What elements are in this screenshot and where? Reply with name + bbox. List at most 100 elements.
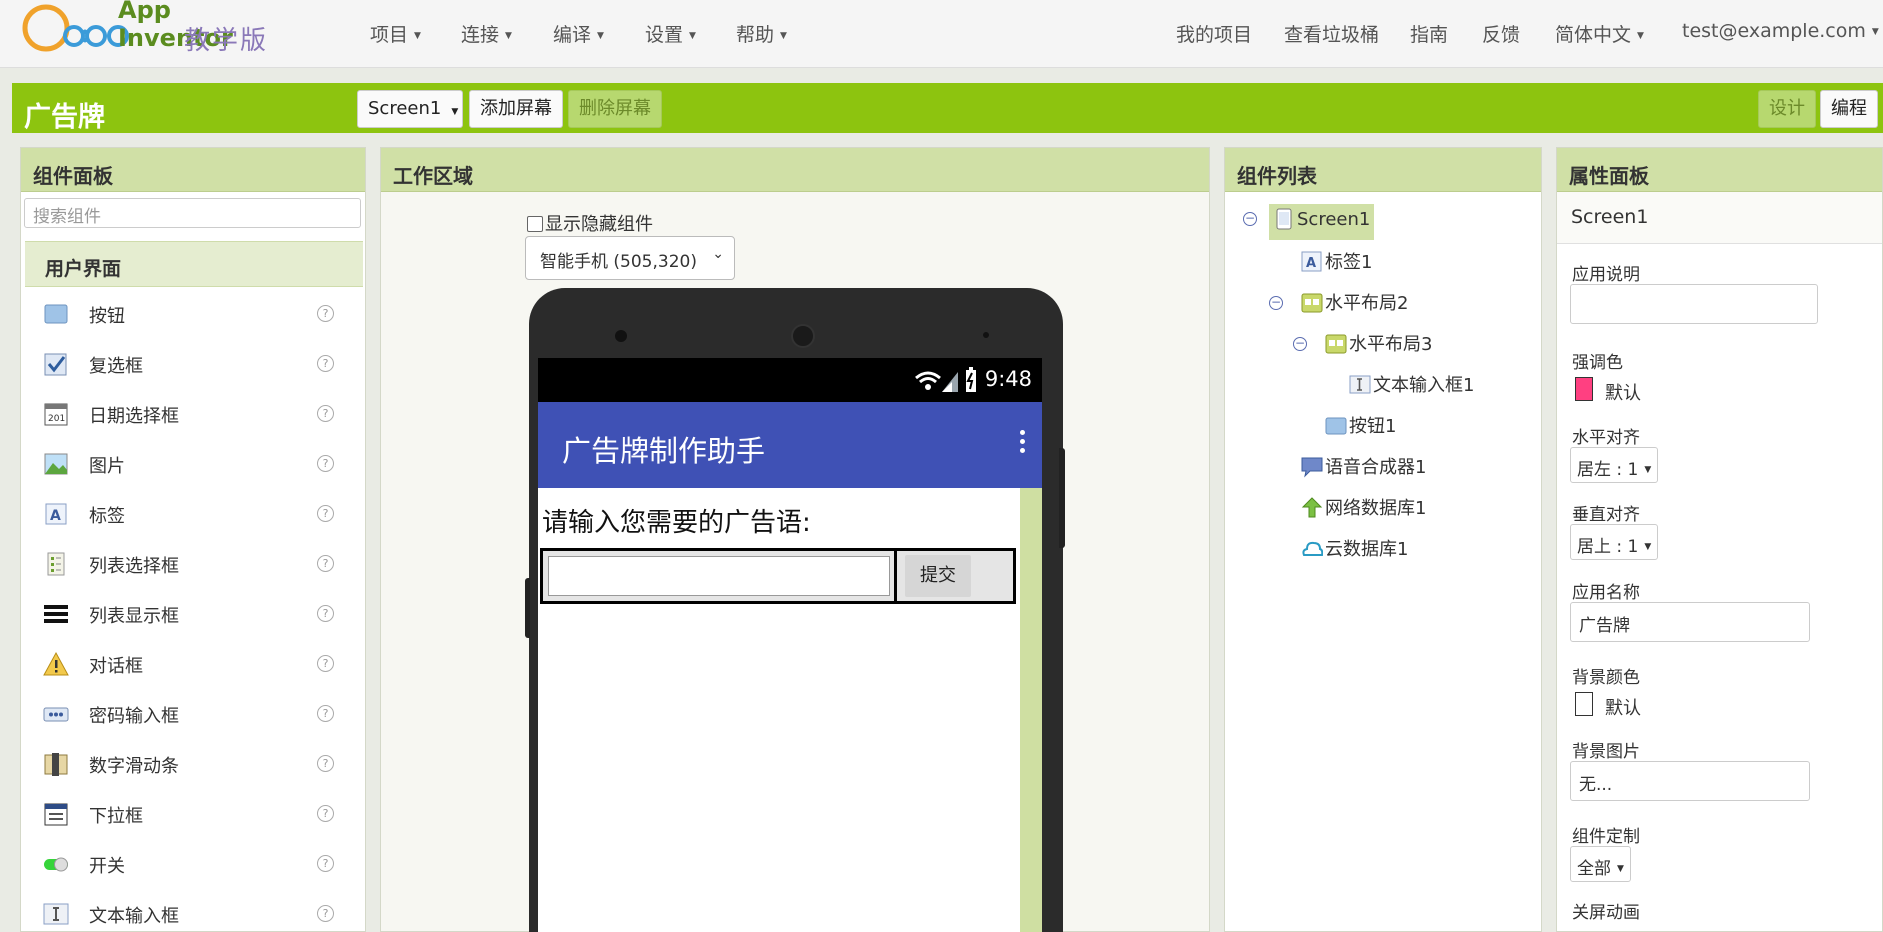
bgcolor-swatch[interactable]: [1575, 692, 1593, 716]
palette-item-passwordtextbox[interactable]: 密码输入框 ?: [25, 688, 363, 738]
status-time: 9:48: [984, 367, 1032, 391]
help-icon[interactable]: ?: [317, 505, 334, 522]
palette-panel: 组件面板 搜索组件 用户界面 按钮 ? 复选框 ? 201 日期选择框 ? 图片…: [20, 147, 366, 932]
phone-app-title: 广告牌制作助手: [562, 434, 766, 468]
tree-node-textbox1[interactable]: 文本输入框1: [1349, 371, 1474, 407]
phone-app-bar: 广告牌制作助手: [538, 402, 1042, 488]
palette-item-listpicker[interactable]: 列表选择框 ?: [25, 538, 363, 588]
palette-item-slider[interactable]: 数字滑动条 ?: [25, 738, 363, 788]
menu-help[interactable]: 帮助 ▼: [736, 20, 787, 47]
tree-node-label1[interactable]: A 标签1: [1301, 248, 1372, 284]
link-my-projects[interactable]: 我的项目: [1176, 20, 1252, 47]
overflow-menu-icon: [1020, 430, 1026, 457]
palette-item-label: 数字滑动条: [89, 756, 179, 777]
show-hidden-label: 显示隐藏组件: [545, 214, 653, 235]
appname-input[interactable]: 广告牌: [1570, 602, 1810, 642]
help-icon[interactable]: ?: [317, 755, 334, 772]
menu-build[interactable]: 编译 ▼: [553, 20, 604, 47]
phone-side-button-left: [525, 578, 530, 638]
palette-item-label: 复选框: [89, 356, 143, 377]
prop-blocks-label: 组件定制: [1572, 827, 1640, 847]
menu-project[interactable]: 项目 ▼: [370, 20, 421, 47]
palette-item-label: 下拉框: [89, 806, 143, 827]
collapse-icon[interactable]: −: [1243, 212, 1257, 226]
bgcolor-value[interactable]: 默认: [1605, 694, 1641, 720]
prop-about-textarea[interactable]: [1570, 284, 1818, 324]
accent-color-value[interactable]: 默认: [1605, 379, 1641, 405]
tinywebdb-icon: [1301, 497, 1323, 519]
button-icon: [43, 301, 69, 327]
preview-size-select[interactable]: 智能手机 (505,320) ⌄: [525, 236, 735, 280]
add-screen-button[interactable]: 添加屏幕: [469, 90, 563, 128]
palette-item-textbox[interactable]: 文本输入框 ?: [25, 888, 363, 932]
user-menu[interactable]: test@example.com ▼: [1682, 20, 1879, 42]
show-hidden-components[interactable]: 显示隐藏组件: [527, 210, 653, 236]
palette-item-button[interactable]: 按钮 ?: [25, 288, 363, 338]
help-icon[interactable]: ?: [317, 555, 334, 572]
help-icon[interactable]: ?: [317, 805, 334, 822]
bgimage-picker[interactable]: 无...: [1570, 761, 1810, 801]
halign-select[interactable]: 居左 : 1 ▼: [1570, 447, 1659, 483]
collapse-icon[interactable]: −: [1293, 337, 1307, 351]
help-icon[interactable]: ?: [317, 455, 334, 472]
prop-bgimage-label: 背景图片: [1572, 742, 1640, 762]
selected-component-name: Screen1: [1557, 192, 1882, 244]
link-trash[interactable]: 查看垃圾桶: [1284, 20, 1379, 47]
tree-node-horizontal-arrangement3[interactable]: 水平布局3: [1325, 330, 1432, 366]
accent-color-swatch[interactable]: [1575, 377, 1593, 401]
palette-item-notifier[interactable]: 对话框 ?: [25, 638, 363, 688]
valign-select[interactable]: 居上 : 1 ▼: [1570, 524, 1659, 560]
prop-bgcolor-label: 背景颜色: [1572, 668, 1640, 688]
remove-screen-button[interactable]: 删除屏幕: [568, 90, 662, 128]
palette-item-label: 文本输入框: [89, 906, 179, 927]
project-toolbar: 广告牌 Screen1 ▼ 添加屏幕 删除屏幕 设计 编程: [12, 83, 1883, 133]
tree-node-screen1[interactable]: Screen1: [1269, 204, 1375, 240]
tree-node-texttospeech1[interactable]: 语音合成器1: [1301, 453, 1426, 489]
palette-item-image[interactable]: 图片 ?: [25, 438, 363, 488]
chevron-down-icon: ⌄: [712, 246, 724, 262]
caret-down-icon: ▼: [1644, 542, 1652, 552]
palette-item-listview[interactable]: 列表显示框 ?: [25, 588, 363, 638]
prop-halign-label: 水平对齐: [1572, 428, 1640, 448]
palette-list: 按钮 ? 复选框 ? 201 日期选择框 ? 图片 ? A 标签 ? 列表选择框…: [25, 288, 363, 932]
app-inventor-logo[interactable]: App Inventor 教学版: [22, 0, 282, 62]
language-menu[interactable]: 简体中文 ▼: [1555, 20, 1644, 47]
help-icon[interactable]: ?: [317, 405, 334, 422]
tree-node-tinywebdb1[interactable]: 网络数据库1: [1301, 494, 1426, 530]
palette-section-user-interface[interactable]: 用户界面: [25, 241, 363, 287]
menu-settings[interactable]: 设置 ▼: [645, 20, 696, 47]
help-icon[interactable]: ?: [317, 355, 334, 372]
svg-text:A: A: [50, 508, 61, 524]
phone-screen[interactable]: 9:48 广告牌制作助手 请输入您需要的广告语: 提交: [538, 358, 1042, 932]
help-icon[interactable]: ?: [317, 305, 334, 322]
palette-item-label[interactable]: A 标签 ?: [25, 488, 363, 538]
button1-preview[interactable]: 提交: [905, 555, 971, 597]
textbox1-preview[interactable]: [548, 556, 890, 596]
palette-item-switch[interactable]: 开关 ?: [25, 838, 363, 888]
blocks-button[interactable]: 编程: [1820, 90, 1878, 128]
link-guide[interactable]: 指南: [1410, 20, 1448, 47]
palette-item-datepicker[interactable]: 201 日期选择框 ?: [25, 388, 363, 438]
designer-button[interactable]: 设计: [1758, 90, 1816, 128]
menu-connect[interactable]: 连接 ▼: [461, 20, 512, 47]
help-icon[interactable]: ?: [317, 605, 334, 622]
component-search-input[interactable]: 搜索组件: [24, 198, 361, 228]
screen-select[interactable]: Screen1 ▼: [357, 90, 463, 128]
horizontal-arrangement-preview[interactable]: 提交: [540, 548, 1016, 604]
link-feedback[interactable]: 反馈: [1482, 20, 1520, 47]
palette-item-spinner[interactable]: 下拉框 ?: [25, 788, 363, 838]
palette-item-checkbox[interactable]: 复选框 ?: [25, 338, 363, 388]
help-icon[interactable]: ?: [317, 655, 334, 672]
tree-node-clouddb1[interactable]: 云数据库1: [1301, 535, 1408, 571]
collapse-icon[interactable]: −: [1269, 296, 1283, 310]
label1-preview[interactable]: 请输入您需要的广告语:: [542, 502, 811, 539]
blocks-subset-select[interactable]: 全部 ▼: [1570, 846, 1631, 882]
help-icon[interactable]: ?: [317, 705, 334, 722]
show-hidden-checkbox[interactable]: [527, 216, 543, 232]
phone-status-bar: 9:48: [538, 358, 1042, 402]
prop-valign-label: 垂直对齐: [1572, 505, 1640, 525]
tree-node-button1[interactable]: 按钮1: [1325, 412, 1396, 448]
tree-node-horizontal-arrangement2[interactable]: 水平布局2: [1301, 289, 1408, 325]
help-icon[interactable]: ?: [317, 855, 334, 872]
help-icon[interactable]: ?: [317, 905, 334, 922]
